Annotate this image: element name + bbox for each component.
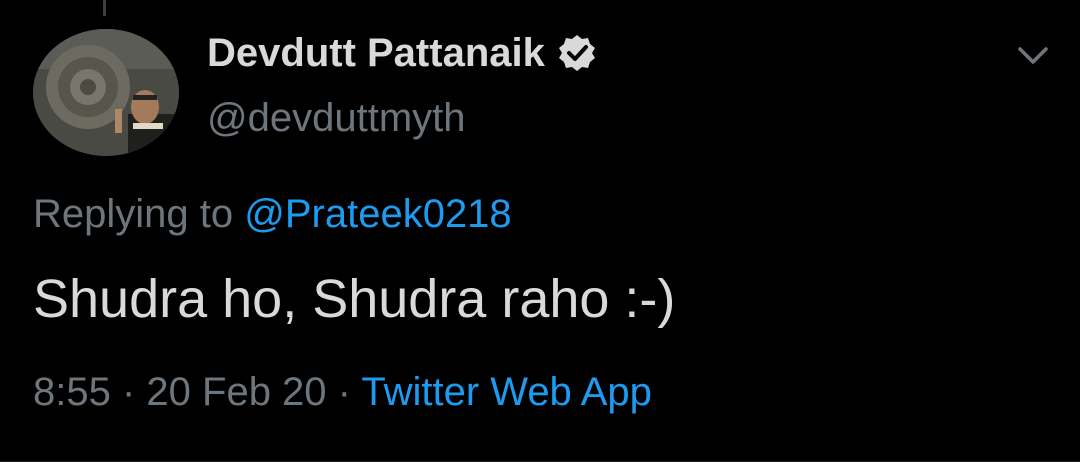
verified-badge-icon (558, 35, 595, 71)
avatar-photo (33, 29, 179, 156)
author-display-name[interactable]: Devdutt Pattanaik (207, 31, 545, 76)
tweet-text: Shudra ho, Shudra raho :-) (33, 269, 676, 329)
thread-connector-line (103, 0, 106, 16)
author-name-row: Devdutt Pattanaik (207, 28, 597, 78)
meta-separator: · (110, 370, 147, 414)
meta-separator: · (326, 370, 362, 414)
author-handle[interactable]: @devduttmyth (207, 96, 466, 141)
tweet-time[interactable]: 8:55 (33, 370, 111, 414)
tweet-date[interactable]: 20 Feb 20 (146, 370, 326, 414)
chevron-down-icon[interactable] (1014, 40, 1052, 70)
replying-to-line: Replying to @Prateek0218 (33, 192, 512, 237)
tweet-meta-row: 8:55 · 20 Feb 20 · Twitter Web App (33, 370, 652, 415)
reply-mention-link[interactable]: @Prateek0218 (244, 192, 511, 236)
replying-to-label: Replying to (33, 192, 245, 236)
avatar[interactable] (33, 29, 179, 156)
tweet-source-link[interactable]: Twitter Web App (361, 370, 652, 414)
